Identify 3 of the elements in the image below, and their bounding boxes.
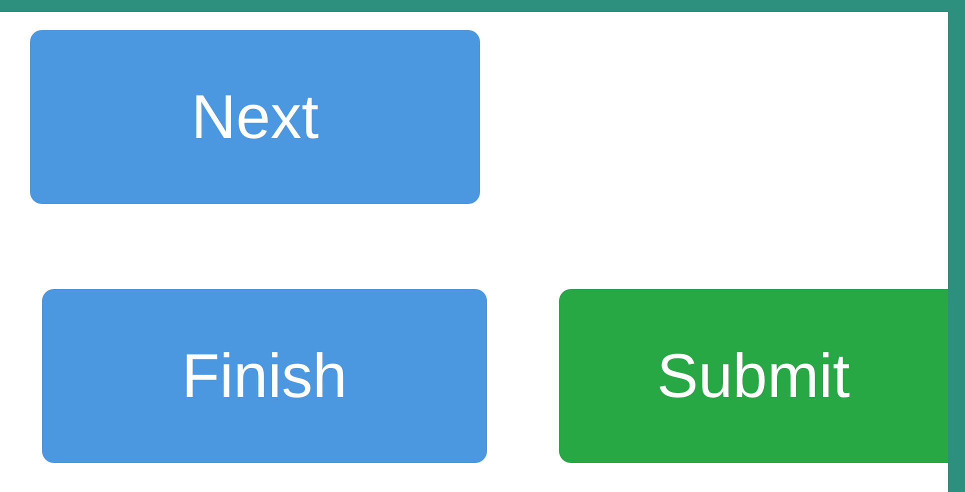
submit-button[interactable]: Submit: [558, 289, 948, 463]
action-button[interactable]: Next: [30, 30, 480, 204]
action-button[interactable]: Finish: [42, 289, 487, 463]
